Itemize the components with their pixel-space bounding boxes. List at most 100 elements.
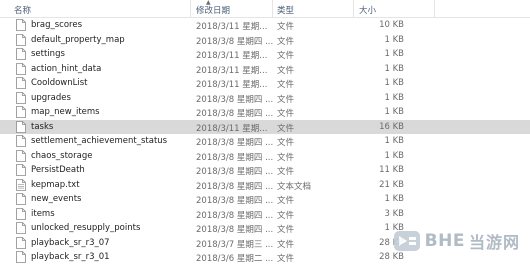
file-type: 文件: [277, 36, 295, 47]
file-size: 1 KB: [384, 92, 404, 103]
file-row[interactable]: new_events 2018/3/8 星期四 ... 文件 1 KB: [0, 192, 530, 207]
watermark: BHE 当游网: [393, 228, 520, 254]
file-type: 文件: [277, 80, 295, 90]
file-name: PersistDeath: [31, 165, 85, 175]
file-size: 11 KB: [379, 165, 404, 175]
file-row[interactable]: CooldownList 2018/3/11 星期... 文件 1 KB: [0, 76, 530, 91]
file-date: 2018/3/6 星期二 ...: [196, 254, 274, 264]
file-icon: [16, 164, 26, 176]
file-row[interactable]: chaos_storage 2018/3/8 星期四 ... 文件 1 KB: [0, 149, 530, 164]
file-icon: [16, 207, 26, 220]
file-row[interactable]: kepmap.txt 2018/3/8 星期四 ... 文本文档 21 KB: [0, 178, 530, 193]
column-divider[interactable]: [434, 0, 435, 17]
file-size: 1 KB: [384, 34, 404, 45]
file-name: action_hint_data: [31, 63, 102, 74]
file-icon: [16, 236, 26, 249]
file-size: 1 KB: [384, 150, 404, 161]
file-name: unlocked_resupply_points: [31, 223, 141, 233]
file-type: 文件: [277, 254, 295, 264]
file-date: 2018/3/8 星期四 ...: [196, 210, 274, 221]
column-header: 名称 ▲ 修改日期 类型 大小: [0, 0, 530, 18]
file-size: 1 KB: [384, 49, 404, 59]
file-date: 2018/3/8 星期四 ...: [196, 167, 274, 177]
column-type-header[interactable]: 类型: [277, 4, 294, 16]
file-row[interactable]: action_hint_data 2018/3/11 星期... 文件 1 KB: [0, 62, 530, 77]
file-size: 3 KB: [384, 208, 404, 219]
column-divider[interactable]: [190, 0, 191, 17]
file-icon: [16, 222, 26, 234]
file-size: 21 KB: [379, 179, 404, 190]
file-date: 2018/3/11 星期...: [196, 22, 268, 32]
file-name: new_events: [31, 194, 82, 204]
file-date: 2018/3/11 星期...: [196, 80, 268, 90]
file-icon: [16, 19, 26, 31]
file-name: CooldownList: [31, 78, 88, 88]
file-row[interactable]: settlement_achievement_status 2018/3/8 星期…: [0, 134, 530, 149]
file-date: 2018/3/11 星期...: [196, 51, 268, 61]
file-icon: [16, 120, 26, 133]
file-type: 文件: [277, 65, 295, 76]
file-date: 2018/3/11 星期...: [196, 123, 268, 134]
file-date: 2018/3/8 星期四 ...: [196, 109, 274, 119]
file-size: 10 KB: [379, 20, 404, 30]
file-type: 文本文档: [277, 181, 312, 192]
file-name: settlement_achievement_status: [31, 136, 168, 146]
file-row[interactable]: map_new_items 2018/3/8 星期四 ... 文件 1 KB: [0, 105, 530, 120]
file-name: chaos_storage: [31, 150, 93, 161]
file-name: map_new_items: [31, 107, 100, 117]
file-name: playback_sr_r3_01: [31, 252, 110, 262]
file-type: 文件: [277, 225, 295, 235]
file-icon: [16, 91, 26, 104]
watermark-brand: BHE: [424, 231, 465, 251]
file-date: 2018/3/11 星期...: [196, 65, 268, 76]
file-size: 1 KB: [384, 194, 404, 204]
watermark-logo-icon: [393, 231, 420, 251]
watermark-text: 当游网: [468, 233, 520, 252]
file-icon: [16, 135, 26, 147]
file-date: 2018/3/7 星期三 ...: [196, 239, 274, 250]
file-icon: [16, 62, 26, 75]
file-type: 文件: [277, 138, 295, 148]
file-size: 1 KB: [384, 107, 404, 117]
file-row[interactable]: brag_scores 2018/3/11 星期... 文件 10 KB: [0, 18, 530, 33]
file-size: 1 KB: [384, 136, 404, 146]
file-row[interactable]: PersistDeath 2018/3/8 星期四 ... 文件 11 KB: [0, 163, 530, 178]
column-date-header[interactable]: 修改日期: [196, 4, 230, 16]
file-type: 文件: [277, 109, 295, 119]
file-date: 2018/3/8 星期四 ...: [196, 36, 274, 47]
file-date: 2018/3/8 星期四 ...: [196, 181, 274, 192]
column-divider[interactable]: [272, 0, 273, 17]
file-row[interactable]: upgrades 2018/3/8 星期四 ... 文件 1 KB: [0, 91, 530, 106]
file-type: 文件: [277, 94, 295, 105]
file-icon: [16, 149, 26, 162]
file-type: 文件: [277, 152, 295, 163]
file-name: default_property_map: [31, 34, 125, 45]
file-row[interactable]: settings 2018/3/11 星期... 文件 1 KB: [0, 47, 530, 62]
file-name: settings: [31, 49, 65, 59]
file-icon: [16, 48, 26, 60]
file-icon: [16, 106, 26, 118]
file-date: 2018/3/8 星期四 ...: [196, 225, 274, 235]
file-type: 文件: [277, 167, 295, 177]
file-row[interactable]: tasks 2018/3/11 星期... 文件 16 KB: [0, 119, 530, 134]
column-divider[interactable]: [353, 0, 354, 17]
file-type: 文件: [277, 196, 295, 206]
file-size: 16 KB: [379, 121, 404, 132]
file-icon: [16, 77, 26, 89]
file-date: 2018/3/8 星期四 ...: [196, 94, 274, 105]
file-type: 文件: [277, 210, 295, 221]
column-name-header[interactable]: 名称: [14, 4, 31, 16]
file-icon: [16, 251, 26, 263]
file-icon: [16, 33, 26, 46]
file-type: 文件: [277, 22, 295, 32]
file-name: tasks: [31, 121, 54, 132]
file-icon: [16, 193, 26, 205]
file-type: 文件: [277, 123, 295, 134]
file-row[interactable]: items 2018/3/8 星期四 ... 文件 3 KB: [0, 207, 530, 222]
file-size: 1 KB: [384, 78, 404, 88]
column-size-header[interactable]: 大小: [359, 4, 376, 16]
file-row[interactable]: default_property_map 2018/3/8 星期四 ... 文件 1 …: [0, 33, 530, 48]
file-name: playback_sr_r3_07: [31, 237, 110, 248]
text-file-icon: [16, 178, 26, 191]
file-name: items: [31, 208, 55, 219]
